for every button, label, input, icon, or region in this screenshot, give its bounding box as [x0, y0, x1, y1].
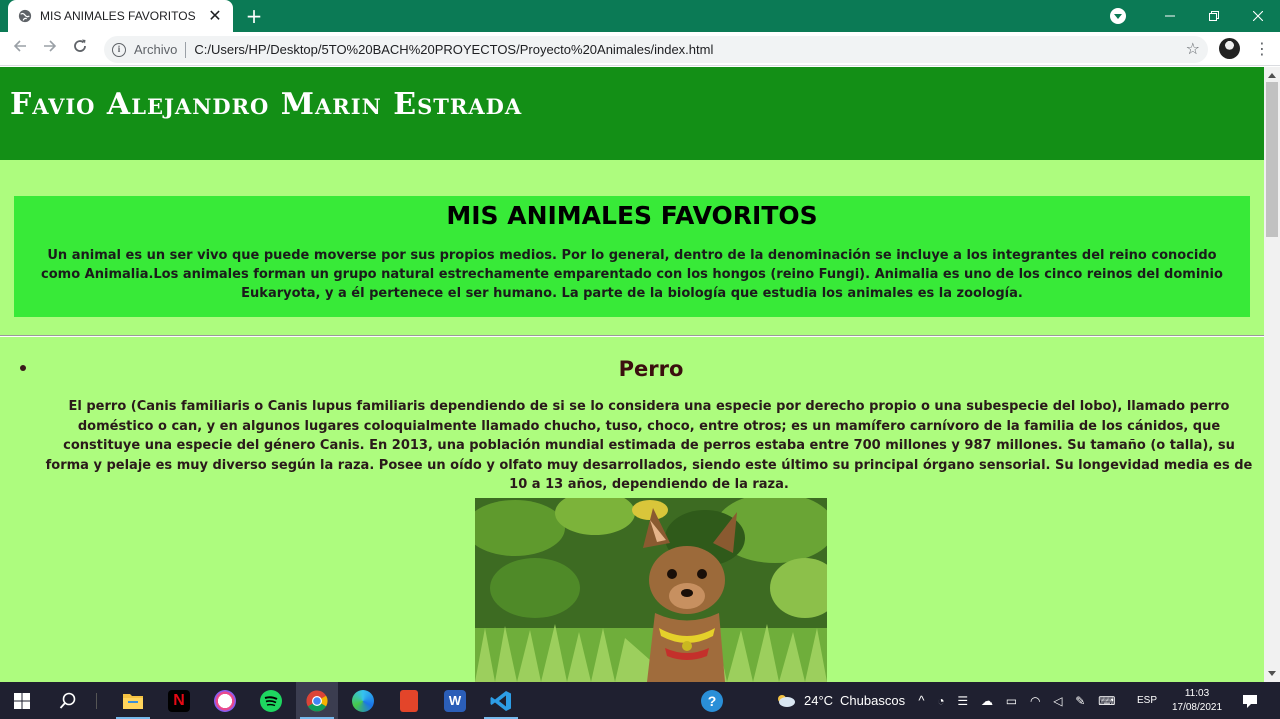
pen-icon[interactable]: ✎: [1075, 694, 1085, 708]
minimize-icon: [1165, 15, 1175, 17]
onedrive-icon[interactable]: ☁: [981, 694, 993, 708]
word-icon: W: [444, 689, 466, 712]
taskbar-itunes[interactable]: [204, 682, 246, 719]
taskbar-netflix[interactable]: N: [158, 682, 200, 719]
weather-temp: 24°C: [804, 693, 834, 708]
cloud-rain-icon: [778, 694, 795, 707]
browser-toolbar: i Archivo C:/Users/HP/Desktop/5TO%20BACH…: [0, 32, 1280, 66]
task-icon[interactable]: ☰: [957, 694, 968, 708]
taskbar-separator: [94, 682, 98, 719]
meet-icon[interactable]: ◔: [937, 694, 944, 708]
clock-date: 17/08/2021: [1171, 701, 1223, 713]
scroll-up-arrow-icon[interactable]: [1268, 73, 1276, 78]
clock-time: 11:03: [1184, 687, 1210, 699]
edge-icon: [352, 689, 374, 712]
taskbar-file-explorer[interactable]: [112, 682, 154, 719]
bookmark-star-icon[interactable]: ☆: [1186, 39, 1200, 58]
url-text[interactable]: C:/Users/HP/Desktop/5TO%20BACH%20PROYECT…: [194, 42, 713, 57]
taskbar-chrome[interactable]: [296, 682, 338, 719]
clock[interactable]: 11:03 17/08/2021: [1166, 682, 1228, 719]
taskbar-edge[interactable]: [342, 682, 384, 719]
tab-title: MIS ANIMALES FAVORITOS: [40, 9, 196, 23]
list-item: Perro El perro (Canis familiaris o Canis…: [0, 357, 1264, 682]
language-label: ESP: [1136, 695, 1157, 706]
taskbar-vscode[interactable]: [480, 682, 522, 719]
new-tab-button[interactable]: +: [244, 5, 264, 27]
volume-icon[interactable]: ◁: [1053, 694, 1062, 708]
scroll-down-arrow-icon[interactable]: [1268, 671, 1276, 676]
system-tray: ^ ◔ ☰ ☁ ▭ ◠ ◁ ✎ ⌨: [912, 682, 1122, 719]
site-title: Favio Alejandro Marin Estrada: [10, 87, 523, 122]
menu-dots-icon[interactable]: ⋮: [1254, 38, 1270, 60]
site-header: Favio Alejandro Marin Estrada: [0, 67, 1264, 160]
forward-arrow-icon[interactable]: [39, 38, 61, 60]
window-controls: [1110, 0, 1280, 32]
taskbar: N W ? 24°C Chubascos ^ ◔ ☰ ☁ ▭ ◠ ◁ ✎ ⌨ E…: [0, 682, 1280, 719]
restore-button[interactable]: [1192, 0, 1236, 32]
windows-icon: [14, 692, 30, 709]
scheme-label: Archivo: [134, 42, 178, 57]
close-icon: [1253, 11, 1263, 21]
search-icon: [59, 692, 76, 709]
chevron-up-icon[interactable]: ^: [918, 693, 924, 708]
keyboard-icon[interactable]: ⌨: [1098, 694, 1115, 708]
intro-section: MIS ANIMALES FAVORITOS Un animal es un s…: [14, 196, 1250, 317]
start-button[interactable]: [0, 682, 44, 719]
animal-name: Perro: [618, 357, 684, 381]
itunes-icon: [214, 689, 236, 712]
restore-icon: [1209, 11, 1219, 21]
battery-icon[interactable]: ▭: [1006, 694, 1017, 708]
intro-heading: MIS ANIMALES FAVORITOS: [446, 201, 818, 230]
vscode-icon: [490, 690, 511, 711]
profile-avatar[interactable]: [1219, 38, 1240, 59]
tab-search-icon[interactable]: [1110, 8, 1126, 24]
office-icon: [400, 689, 418, 712]
help-icon: ?: [701, 689, 723, 712]
spotify-icon: [260, 689, 282, 712]
chrome-icon: [306, 690, 328, 711]
taskbar-word[interactable]: W: [434, 682, 476, 719]
folder-icon: [123, 693, 143, 709]
page-scrollbar[interactable]: [1264, 67, 1280, 682]
close-window-button[interactable]: [1236, 0, 1280, 32]
wifi-icon[interactable]: ◠: [1030, 694, 1040, 708]
notification-icon: [1243, 694, 1257, 708]
taskbar-help[interactable]: ?: [696, 682, 728, 719]
section-divider: [0, 335, 1264, 337]
back-arrow-icon[interactable]: [9, 38, 31, 60]
globe-icon: [18, 9, 32, 23]
info-icon[interactable]: i: [112, 42, 126, 57]
taskbar-office[interactable]: [388, 682, 430, 719]
taskbar-spotify[interactable]: [250, 682, 292, 719]
weather-desc: Chubascos: [840, 693, 906, 708]
page-viewport: Favio Alejandro Marin Estrada MIS ANIMAL…: [0, 67, 1264, 682]
language-indicator[interactable]: ESP: [1128, 682, 1166, 719]
netflix-icon: N: [168, 689, 190, 712]
dog-photo: [475, 498, 827, 682]
intro-text: Un animal es un ser vivo que puede mover…: [41, 248, 1223, 301]
tab-close-icon[interactable]: ✕: [207, 8, 223, 24]
list-bullet: [20, 365, 26, 371]
weather-widget[interactable]: 24°C Chubascos: [774, 682, 908, 719]
animal-list: Perro El perro (Canis familiaris o Canis…: [0, 352, 1264, 682]
browser-tab-strip: MIS ANIMALES FAVORITOS ✕ +: [0, 0, 1280, 32]
browser-tab[interactable]: MIS ANIMALES FAVORITOS ✕: [8, 0, 233, 32]
notification-button[interactable]: [1234, 682, 1266, 719]
scrollbar-thumb[interactable]: [1266, 82, 1278, 237]
minimize-button[interactable]: [1148, 0, 1192, 32]
address-separator: [185, 41, 187, 58]
taskbar-search-button[interactable]: [48, 682, 88, 719]
reload-icon[interactable]: [69, 38, 91, 60]
address-bar[interactable]: i Archivo C:/Users/HP/Desktop/5TO%20BACH…: [104, 36, 1208, 63]
animal-description: El perro (Canis familiaris o Canis lupus…: [45, 399, 1253, 492]
